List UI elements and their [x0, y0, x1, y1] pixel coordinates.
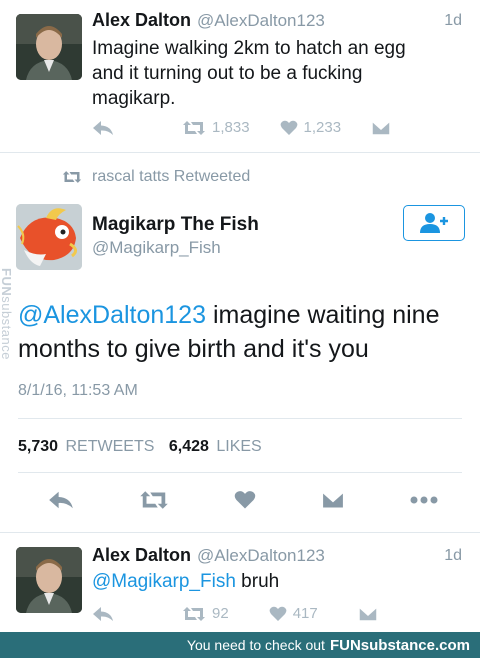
- author-name[interactable]: Magikarp The Fish: [92, 214, 259, 236]
- side-watermark: FUNsubstance: [0, 268, 16, 438]
- more-button[interactable]: [410, 496, 438, 504]
- retweet-button[interactable]: [139, 490, 169, 510]
- divider: [18, 418, 462, 419]
- retweet-count: 1,833: [212, 119, 250, 136]
- retweets-stat[interactable]: 5,730 RETWEETS: [18, 438, 159, 455]
- tweet-time[interactable]: 1d: [444, 12, 462, 30]
- watermark-brand-bold: FUN: [0, 268, 14, 297]
- reply-button[interactable]: [48, 490, 74, 510]
- like-count: 417: [292, 605, 318, 622]
- mention-link[interactable]: @Magikarp_Fish: [92, 571, 236, 592]
- retweet-count: 92: [212, 605, 229, 622]
- dm-button[interactable]: [321, 490, 345, 510]
- footer-brand[interactable]: FUNsubstance.com: [330, 637, 470, 654]
- dm-button[interactable]: [371, 119, 391, 136]
- author-name[interactable]: Alex Dalton: [92, 10, 191, 30]
- tweet-timestamp[interactable]: 8/1/16, 11:53 AM: [18, 382, 138, 400]
- envelope-icon: [371, 119, 391, 136]
- retweet-icon: [140, 491, 168, 509]
- more-icon: [410, 496, 438, 504]
- retweets-label: RETWEETS: [65, 438, 155, 455]
- reply-icon: [49, 491, 73, 509]
- author-handle[interactable]: @AlexDalton123: [197, 546, 325, 565]
- heart-icon: [234, 491, 256, 509]
- tweet-text: @Magikarp_Fish bruh: [92, 569, 279, 594]
- reply-button[interactable]: [92, 120, 114, 136]
- tweet-alex-reply[interactable]: Alex Dalton @AlexDalton123 1d @Magikarp_F…: [0, 533, 480, 632]
- tweet-body: bruh: [235, 571, 280, 592]
- footer-text: You need to check out: [186, 637, 325, 653]
- envelope-icon: [321, 490, 345, 510]
- envelope-icon: [357, 605, 378, 622]
- like-button[interactable]: [234, 490, 256, 510]
- likes-stat[interactable]: 6,428 LIKES: [169, 438, 262, 455]
- tweet-text: Imagine walking 2km to hatch an egg and …: [92, 38, 406, 109]
- likes-label: LIKES: [216, 438, 262, 455]
- retweets-count: 5,730: [18, 438, 59, 455]
- tweet-time[interactable]: 1d: [444, 547, 462, 565]
- reply-icon: [93, 606, 113, 621]
- watermark-brand-rest: substance: [0, 296, 14, 360]
- tweet-alex-1[interactable]: Alex Dalton @AlexDalton123 1d Imagine wal…: [0, 0, 480, 152]
- tweet-magikarp: Magikarp The Fish @Magikarp_Fish @AlexDa…: [0, 196, 480, 532]
- divider: [0, 152, 480, 153]
- like-count: 1,233: [303, 119, 342, 136]
- retweet-button[interactable]: 92: [182, 605, 229, 622]
- like-button[interactable]: 1,233: [280, 119, 342, 136]
- heart-icon: [280, 120, 297, 135]
- tweet-actions: 1,833 1,233: [92, 119, 391, 136]
- tweet-actions: 92 417: [92, 605, 378, 622]
- reply-icon: [93, 120, 113, 135]
- add-user-icon: [420, 213, 448, 233]
- dm-button[interactable]: [357, 605, 378, 622]
- retweet-notice: rascal tatts Retweeted: [62, 168, 250, 186]
- follow-button[interactable]: [403, 205, 465, 241]
- avatar-magikarp[interactable]: [16, 204, 82, 270]
- retweet-icon: [183, 606, 205, 621]
- retweet-icon: [183, 120, 205, 135]
- divider: [18, 472, 462, 473]
- engagement-stats: 5,730 RETWEETS 6,428 LIKES: [18, 438, 262, 456]
- mention-link[interactable]: @AlexDalton123: [18, 301, 206, 329]
- author-name[interactable]: Alex Dalton: [92, 545, 191, 565]
- reply-button[interactable]: [92, 606, 114, 622]
- tweet-text: @AlexDalton123 imagine waiting nine mont…: [18, 298, 458, 366]
- tweet-actions-large: [48, 490, 438, 510]
- watermark-text: FUNsubstance: [0, 268, 14, 360]
- retweet-button[interactable]: 1,833: [182, 119, 250, 136]
- avatar-alex[interactable]: [16, 547, 82, 613]
- author-handle[interactable]: @Magikarp_Fish: [92, 238, 221, 258]
- author-handle[interactable]: @AlexDalton123: [197, 11, 325, 30]
- heart-icon: [269, 606, 287, 621]
- retweet-icon: [62, 171, 82, 183]
- avatar-alex[interactable]: [16, 14, 82, 80]
- footer-banner[interactable]: You need to check out FUNsubstance.com: [0, 632, 480, 658]
- likes-count: 6,428: [168, 438, 209, 455]
- like-button[interactable]: 417: [269, 605, 318, 622]
- retweet-notice-text[interactable]: rascal tatts Retweeted: [92, 168, 250, 186]
